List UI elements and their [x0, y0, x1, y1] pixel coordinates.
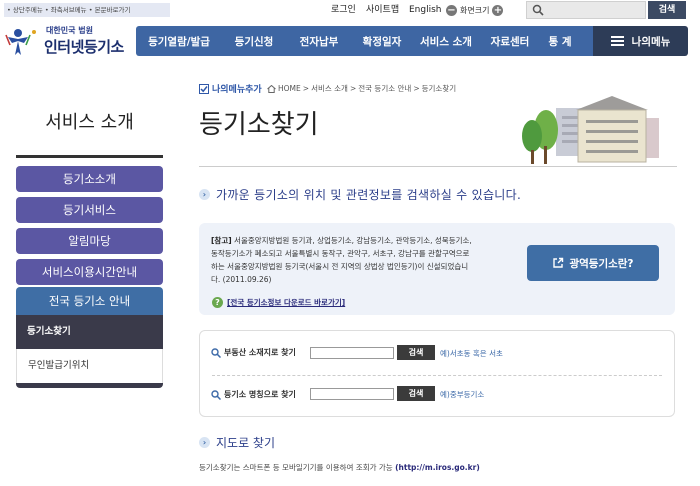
search-input[interactable]	[526, 1, 646, 19]
notice-line-2: 동작등기소가 폐소되고 서울특별시 동작구, 관악구, 서초구, 강남구를 관할…	[211, 249, 470, 258]
add-my-menu-link[interactable]: 나의메뉴추가	[199, 82, 262, 95]
skip-links[interactable]: • 상단주메뉴 • 좌측서브메뉴 • 본문바로가기	[4, 3, 170, 17]
form-divider	[212, 375, 662, 376]
external-link-icon	[553, 257, 564, 268]
sidebar-item-notice[interactable]: 알림마당	[16, 228, 163, 254]
address-search-label: 부동산 소재지로 찾기	[211, 347, 296, 358]
zoom-in-icon[interactable]: +	[492, 4, 504, 16]
sidebar-item-offices-nationwide[interactable]: 전국 등기소 안내	[16, 287, 163, 315]
notice-line-1: 서울중앙지방법원 등기과, 상업등기소, 강남등기소, 관악등기소, 성북등기소…	[234, 236, 472, 245]
nav-item-data[interactable]: 자료센터	[480, 34, 540, 49]
question-icon: ?	[212, 297, 223, 308]
magnifier-icon	[211, 347, 221, 358]
name-search-button[interactable]: 검색	[397, 386, 435, 401]
chevron-right-icon: ›	[199, 437, 210, 448]
page-title: 등기소찾기	[199, 110, 319, 140]
breadcrumb: HOME > 서비스 소개 > 전국 등기소 안내 > 등기소찾기	[267, 83, 456, 94]
mobile-site-link[interactable]: (http://m.iros.go.kr)	[395, 463, 480, 472]
map-section-title: › 지도로 찾기	[199, 434, 275, 451]
magnifier-icon	[211, 389, 221, 400]
sidebar-divider	[16, 155, 163, 158]
court-logo-icon[interactable]	[4, 25, 42, 57]
building-illustration	[522, 96, 659, 164]
sidebar-subitem-kiosk-location[interactable]: 무인발급기위치	[16, 349, 163, 383]
lead-message: 가까운 등기소의 위치 및 관련정보를 검색하실 수 있습니다.	[216, 188, 522, 202]
logo-subtitle: 대한민국 법원	[46, 26, 93, 35]
address-search-label-text: 부동산 소재지로 찾기	[224, 348, 296, 357]
nav-item-stats[interactable]: 통 계	[540, 34, 580, 49]
name-search-label: 등기소 명칭으로 찾기	[211, 389, 296, 400]
wide-office-button-label: 광역등기소란?	[569, 257, 634, 270]
notice-tag: [참고]	[211, 236, 232, 245]
name-search-label-text: 등기소 명칭으로 찾기	[224, 390, 296, 399]
address-search-button[interactable]: 검색	[397, 345, 435, 360]
title-divider	[199, 166, 677, 167]
nav-item-apply[interactable]: 등기신청	[222, 34, 286, 49]
nav-item-date[interactable]: 확정일자	[352, 34, 412, 49]
search-icon	[532, 4, 544, 16]
menu-icon	[610, 36, 624, 46]
search-button[interactable]: 검색	[648, 1, 686, 19]
mobile-note: 등기소찾기는 스마트폰 등 모바일기기를 이용하여 조회가 가능 (http:/…	[199, 462, 480, 473]
zoom-out-icon[interactable]: −	[446, 4, 457, 16]
download-row: ? [전국 등기소정보 다운로드 바로가기]	[212, 297, 345, 308]
search-form	[199, 330, 675, 417]
notice-line-4: 다. (2011.09.26)	[211, 275, 272, 284]
checkbox-icon	[199, 83, 209, 94]
address-search-example: 예)서초동 혹은 서초	[440, 349, 503, 358]
name-search-input[interactable]	[310, 388, 394, 400]
notice-line-3: 하는 서울중앙지방법원 등기국(서울시 전 지역의 상법상 법인등기)이 신설되…	[211, 262, 469, 271]
map-title-text: 지도로 찾기	[216, 436, 276, 450]
breadcrumb-offices[interactable]: 전국 등기소 안내	[358, 83, 411, 94]
english-link[interactable]: English	[409, 3, 442, 17]
nav-item-issue[interactable]: 등기열람/발급	[136, 34, 222, 49]
address-search-input[interactable]	[310, 347, 394, 359]
lead-text: › 가까운 등기소의 위치 및 관련정보를 검색하실 수 있습니다.	[199, 186, 521, 203]
sidebar-title: 서비스 소개	[45, 112, 134, 133]
my-menu-label: 나의메뉴	[631, 35, 671, 48]
nav-item-service[interactable]: 서비스 소개	[412, 34, 480, 49]
chevron-right-icon: ›	[199, 189, 210, 200]
nav-item-payment[interactable]: 전자납부	[286, 34, 352, 49]
font-size-label: 화면크기	[460, 5, 490, 15]
login-link[interactable]: 로그인	[331, 3, 356, 17]
wide-office-button[interactable]: 광역등기소란?	[527, 245, 659, 281]
sidebar-item-hours[interactable]: 서비스이용시간안내	[16, 259, 163, 285]
sidebar-subitem-find-office[interactable]: 등기소찾기	[16, 315, 163, 349]
font-size-control: − 화면크기 +	[446, 3, 504, 17]
breadcrumb-service[interactable]: 서비스 소개	[311, 83, 348, 94]
sitemap-link[interactable]: 사이트맵	[366, 3, 399, 17]
sidebar-item-services[interactable]: 등기서비스	[16, 197, 163, 223]
home-icon	[267, 84, 276, 93]
main-nav: 등기열람/발급 등기신청 전자납부 확정일자 서비스 소개 자료센터 통 계	[136, 26, 593, 56]
sidebar-footer-bar	[16, 383, 163, 388]
mobile-note-text: 등기소찾기는 스마트폰 등 모바일기기를 이용하여 조회가 가능	[199, 463, 393, 472]
logo-title[interactable]: 인터넷등기소	[44, 36, 124, 57]
breadcrumb-current: 등기소찾기	[421, 84, 457, 93]
download-office-info-link[interactable]: [전국 등기소정보 다운로드 바로가기]	[227, 297, 345, 308]
notice-text: [참고] 서울중앙지방법원 등기과, 상업등기소, 강남등기소, 관악등기소, …	[211, 234, 501, 286]
sidebar-item-office-intro[interactable]: 등기소소개	[16, 166, 163, 192]
name-search-example: 예)중부등기소	[440, 390, 485, 399]
add-my-menu-label: 나의메뉴추가	[212, 85, 262, 95]
my-menu-button[interactable]: 나의메뉴	[593, 26, 688, 56]
breadcrumb-home[interactable]: HOME	[278, 84, 301, 93]
